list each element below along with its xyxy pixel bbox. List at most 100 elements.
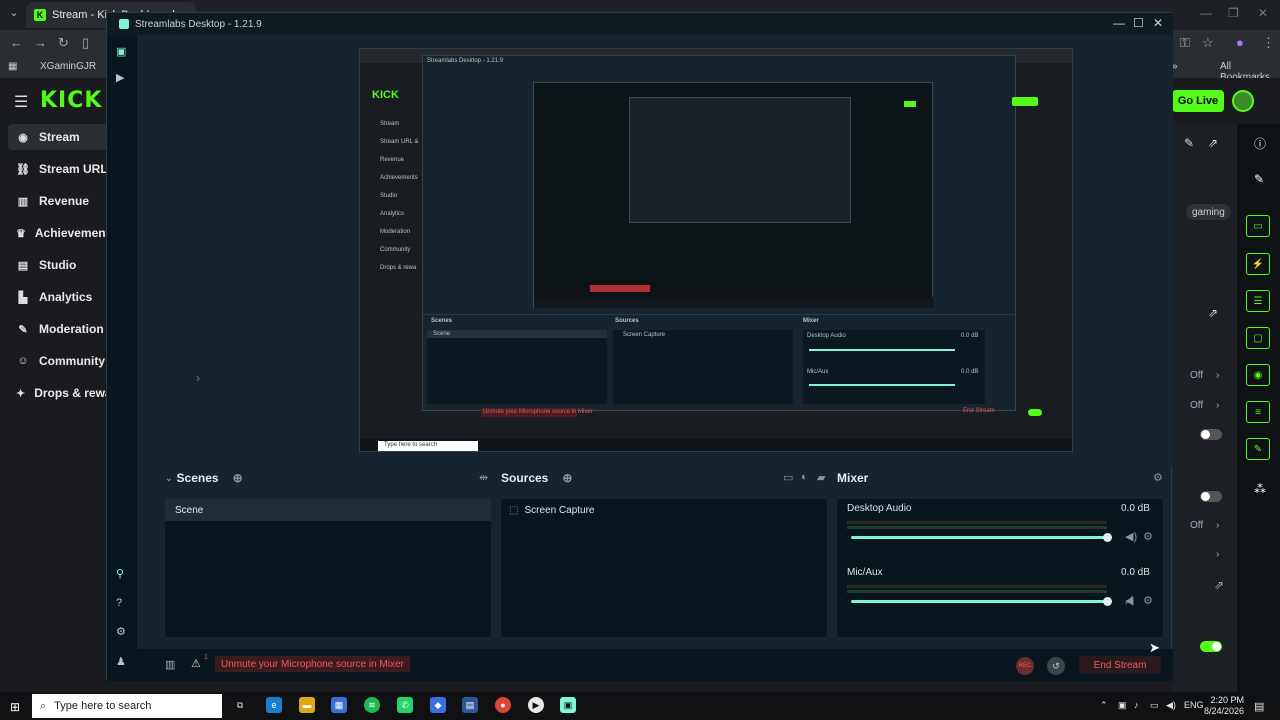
- edge-browser-icon[interactable]: e: [266, 697, 282, 713]
- source-group-icon[interactable]: ▭: [783, 471, 793, 484]
- muted-speaker-icon[interactable]: ◀̸: [1125, 594, 1133, 607]
- chevron-right-icon[interactable]: ›: [1216, 520, 1219, 531]
- store-icon[interactable]: ▦: [331, 697, 347, 713]
- taskbar-clock[interactable]: 2:20 PM 8/24/2026: [1204, 695, 1244, 717]
- remote-icon[interactable]: ⚲: [116, 567, 124, 580]
- app-window-icon[interactable]: ▤: [462, 697, 478, 713]
- go-live-button[interactable]: Go Live: [1172, 90, 1224, 112]
- password-key-icon[interactable]: ⚿: [1180, 35, 1190, 51]
- windows-start-icon[interactable]: ⊞: [10, 700, 20, 714]
- source-visibility-icon[interactable]: ◐: [801, 471, 808, 483]
- volume-slider-track[interactable]: [851, 600, 1107, 603]
- share-icon[interactable]: ⁂: [1254, 482, 1266, 496]
- maximize-icon[interactable]: ❐: [1228, 6, 1239, 20]
- chevron-right-icon[interactable]: ›: [1216, 400, 1219, 411]
- toggle-switch-on[interactable]: [1200, 641, 1222, 652]
- wrench-icon[interactable]: ✎: [1246, 438, 1270, 460]
- chevron-right-icon[interactable]: ›: [1216, 549, 1219, 560]
- sidebar-item-stream[interactable]: ◉ Stream: [8, 124, 108, 150]
- hamburger-menu-icon[interactable]: ☰: [14, 92, 28, 112]
- volume-slider-track[interactable]: [851, 536, 1107, 539]
- folder-icon[interactable]: ▰: [817, 471, 825, 484]
- collapse-chevron-icon[interactable]: ⌄: [165, 473, 173, 484]
- popout-icon[interactable]: ⇗: [1208, 136, 1218, 150]
- chevron-right-icon[interactable]: ›: [1216, 370, 1219, 381]
- stream-preview[interactable]: KICK Stream Stream URL & Revenue Achieve…: [359, 48, 1073, 452]
- sidebar-item-stream-url[interactable]: ⛓ Stream URL & Key: [8, 156, 108, 182]
- toggle-switch[interactable]: [1200, 429, 1222, 440]
- source-settings-gear-icon[interactable]: ⚙: [1143, 530, 1153, 543]
- chat-layout-icon[interactable]: ▭: [1246, 215, 1270, 237]
- maximize-icon[interactable]: ☐: [1133, 16, 1144, 30]
- language-indicator[interactable]: ENG: [1184, 700, 1204, 710]
- popout-icon[interactable]: ⇗: [1208, 306, 1218, 320]
- add-source-icon[interactable]: ⊕: [562, 471, 572, 485]
- sidebar-item-achievements[interactable]: ♛ Achievements: [8, 220, 108, 246]
- tray-app-icon[interactable]: ▣: [1118, 700, 1127, 711]
- back-icon[interactable]: ←: [10, 35, 23, 50]
- notifications-icon[interactable]: ▤: [1254, 700, 1264, 713]
- sidebar-item-analytics[interactable]: ▙ Analytics: [8, 284, 108, 310]
- sidebar-item-revenue[interactable]: ▥ Revenue: [8, 188, 108, 214]
- minimize-icon[interactable]: —: [1200, 6, 1212, 20]
- speaker-icon[interactable]: ◀): [1125, 530, 1137, 543]
- pencil-icon[interactable]: ✎: [1254, 172, 1264, 186]
- info-icon[interactable]: ⓘ: [1254, 135, 1266, 152]
- lightning-icon[interactable]: ⚡: [1246, 253, 1270, 275]
- volume-slider-knob[interactable]: [1103, 597, 1112, 606]
- bookmark-xgaming[interactable]: XGaminGJR: [40, 61, 96, 72]
- minimize-icon[interactable]: —: [1113, 16, 1125, 30]
- security-shield-icon[interactable]: ◆: [430, 697, 446, 713]
- media-app-icon[interactable]: ▶: [528, 697, 544, 713]
- tab-search-icon[interactable]: ⌄: [6, 6, 22, 22]
- whatsapp-icon[interactable]: ✆: [397, 697, 413, 713]
- sidebar-item-drops[interactable]: ✦ Drops & rewards: [8, 380, 108, 406]
- close-icon[interactable]: ✕: [1258, 6, 1268, 20]
- sidebar-item-community[interactable]: ☺ Community: [8, 348, 108, 374]
- source-settings-gear-icon[interactable]: ⚙: [1143, 594, 1153, 607]
- mixer-settings-gear-icon[interactable]: ⚙: [1153, 471, 1163, 484]
- list-item[interactable]: Scene: [165, 499, 491, 521]
- avatar[interactable]: [1232, 90, 1254, 112]
- chrome-icon[interactable]: ●: [495, 697, 511, 713]
- taskbar-search-input[interactable]: ⌕ Type here to search: [32, 694, 222, 718]
- end-stream-button[interactable]: End Stream: [1079, 656, 1161, 674]
- microphone-icon[interactable]: ♪: [1134, 700, 1139, 710]
- reload-icon[interactable]: ↻: [58, 35, 69, 51]
- profile-icon[interactable]: ●: [1236, 35, 1244, 50]
- layers-icon[interactable]: ≡: [1246, 401, 1270, 423]
- message-icon[interactable]: ▢: [1246, 327, 1270, 349]
- close-icon[interactable]: ✕: [1153, 16, 1163, 30]
- replay-buffer-button[interactable]: ↺: [1047, 657, 1065, 675]
- spotify-icon[interactable]: ≋: [364, 697, 380, 713]
- network-icon[interactable]: ▭: [1150, 700, 1159, 711]
- toggle-switch[interactable]: [1200, 491, 1222, 502]
- volume-icon[interactable]: ◀): [1166, 700, 1176, 711]
- help-icon[interactable]: ?: [116, 597, 122, 609]
- file-explorer-icon[interactable]: ▬: [299, 697, 315, 713]
- task-view-icon[interactable]: ⧉: [232, 697, 248, 713]
- category-chip[interactable]: gaming: [1186, 204, 1231, 220]
- play-icon[interactable]: ▶: [116, 71, 124, 84]
- edit-icon[interactable]: ✎: [1184, 136, 1194, 150]
- chevron-right-icon[interactable]: ›: [196, 371, 200, 385]
- menu-dots-icon[interactable]: ⋮: [1262, 35, 1275, 51]
- kick-logo[interactable]: KICK: [40, 88, 102, 113]
- sidebar-item-moderation[interactable]: ✎ Moderation: [8, 316, 108, 342]
- alert-triangle-icon[interactable]: ⚠: [191, 657, 201, 670]
- apps-grid-icon[interactable]: ▦: [8, 61, 17, 72]
- bookmark-star-icon[interactable]: ☆: [1202, 35, 1214, 51]
- forward-icon[interactable]: →: [34, 35, 47, 50]
- streamlabs-taskbar-icon[interactable]: ▣: [560, 697, 576, 713]
- editor-icon[interactable]: ▣: [116, 45, 126, 58]
- list-icon[interactable]: ☰: [1246, 290, 1270, 312]
- list-item[interactable]: ⬚ Screen Capture: [509, 505, 595, 516]
- broadcast-icon[interactable]: ◉: [1246, 364, 1270, 386]
- sidebar-toggle-icon[interactable]: ▯: [82, 35, 89, 51]
- popout-icon[interactable]: ⇗: [1214, 578, 1224, 592]
- volume-slider-knob[interactable]: [1103, 533, 1112, 542]
- scene-transitions-icon[interactable]: ⇹: [479, 471, 488, 484]
- record-button[interactable]: REC: [1016, 657, 1034, 675]
- tray-chevron-up-icon[interactable]: ⌃: [1100, 700, 1108, 711]
- microphone-warning[interactable]: Unmute your Microphone source in Mixer: [215, 656, 410, 672]
